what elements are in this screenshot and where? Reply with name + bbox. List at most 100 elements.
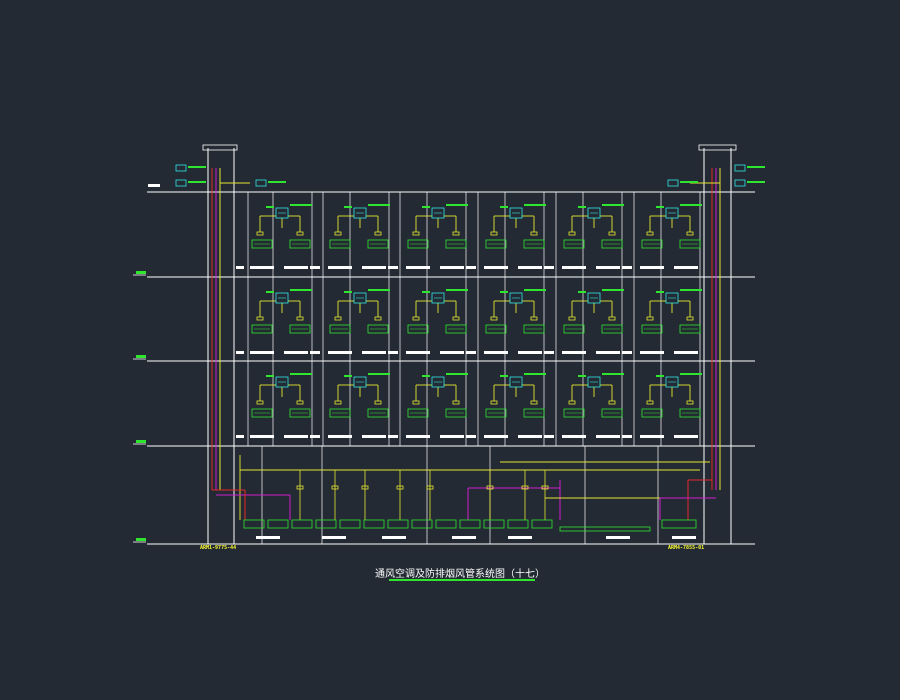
fire-damper-icon (296, 316, 304, 321)
fire-damper-icon (412, 316, 420, 321)
tag-text-line (602, 373, 624, 375)
room-tag (452, 536, 476, 539)
right-riser-tag: ARM4-7855-01 (668, 545, 705, 551)
room-tag (466, 266, 476, 269)
tag-text-line (344, 375, 352, 377)
tag-text-line (446, 289, 468, 291)
room-tag (544, 351, 554, 354)
tag-text-line (656, 375, 664, 377)
room-tag (388, 351, 398, 354)
tag-text-line (266, 206, 274, 208)
tag-text-line (524, 373, 546, 375)
level-tag (136, 355, 146, 358)
room-tag (674, 351, 698, 354)
tag-text-line (656, 206, 664, 208)
ground-floor-equipment (243, 519, 697, 539)
room-tag (328, 351, 352, 354)
tag-text-line (344, 291, 352, 293)
floor-units (175, 164, 765, 490)
tag-text-line (266, 291, 274, 293)
fire-damper-icon (608, 316, 616, 321)
tag-text-line (524, 289, 546, 291)
system-diagram-canvas (133, 144, 765, 545)
room-tag (484, 266, 508, 269)
fire-damper-icon (296, 231, 304, 236)
fire-damper-icon (608, 231, 616, 236)
tag-text-line (290, 289, 312, 291)
fire-damper-icon (646, 231, 654, 236)
equipment-tag-icon (435, 519, 457, 529)
tag-text-line (680, 204, 702, 206)
room-tag (544, 435, 554, 438)
room-tag (674, 266, 698, 269)
fire-damper-icon (530, 231, 538, 236)
fire-damper-icon (412, 231, 420, 236)
equipment-tag-icon (559, 526, 651, 532)
left-riser-tag: ARM1-9775-44 (200, 545, 237, 551)
tag-text-line (446, 204, 468, 206)
tag-text-line (578, 206, 586, 208)
fire-damper-icon (490, 231, 498, 236)
tag-text-line (266, 375, 274, 377)
equipment-tag-icon (459, 519, 481, 529)
tag-text-line (602, 204, 624, 206)
room-tag (484, 435, 508, 438)
fire-damper-icon (374, 316, 382, 321)
room-tag (284, 435, 308, 438)
equipment-tag-icon (667, 179, 679, 187)
room-tag (250, 266, 274, 269)
fire-damper-icon (296, 400, 304, 405)
room-tag (362, 351, 386, 354)
tag-text-line (680, 373, 702, 375)
tag-text-line (368, 373, 390, 375)
tag-text-line (188, 166, 206, 168)
room-tag (508, 536, 532, 539)
fire-damper-icon (374, 231, 382, 236)
tag-text-line (188, 181, 206, 183)
tag-text-line (268, 181, 286, 183)
tag-text-line (747, 166, 765, 168)
fire-damper-icon (452, 231, 460, 236)
fire-damper-icon (568, 316, 576, 321)
fire-damper-icon (490, 316, 498, 321)
drawing-title: 通风空调及防排烟风管系统图（十七） (375, 569, 545, 580)
fire-damper-icon (686, 316, 694, 321)
equipment-tag-icon (339, 519, 361, 529)
room-tag (236, 351, 244, 354)
room-tag (484, 351, 508, 354)
room-tag (362, 266, 386, 269)
room-tag (596, 435, 620, 438)
level-tag (136, 271, 146, 274)
equipment-tag-icon (315, 519, 337, 529)
equipment-tag-icon (267, 519, 289, 529)
room-tag (382, 536, 406, 539)
room-tag (440, 351, 464, 354)
room-tag (236, 266, 244, 269)
room-tag (310, 351, 320, 354)
tag-text-line (524, 204, 546, 206)
room-tag (596, 266, 620, 269)
equipment-tag-icon (255, 179, 267, 187)
fire-damper-icon (646, 316, 654, 321)
room-tag (236, 435, 244, 438)
fire-damper-icon (568, 231, 576, 236)
fire-damper-icon (412, 400, 420, 405)
tag-text-line (446, 373, 468, 375)
equipment-tag-icon (363, 519, 385, 529)
drawing-title-underline (389, 579, 535, 581)
tag-text-line (368, 204, 390, 206)
fire-damper-icon (452, 316, 460, 321)
right-shaft-cap (698, 144, 737, 151)
room-tag (674, 435, 698, 438)
room-tag (606, 536, 630, 539)
room-tag (256, 536, 280, 539)
tag-text-line (602, 289, 624, 291)
equipment-tag-icon (483, 519, 505, 529)
equipment-tag-icon (531, 519, 553, 529)
fire-damper-icon (608, 400, 616, 405)
room-tag (440, 435, 464, 438)
equipment-tag-icon (291, 519, 313, 529)
fire-damper-icon (256, 231, 264, 236)
fire-damper-icon (530, 316, 538, 321)
level-tag (148, 184, 160, 187)
